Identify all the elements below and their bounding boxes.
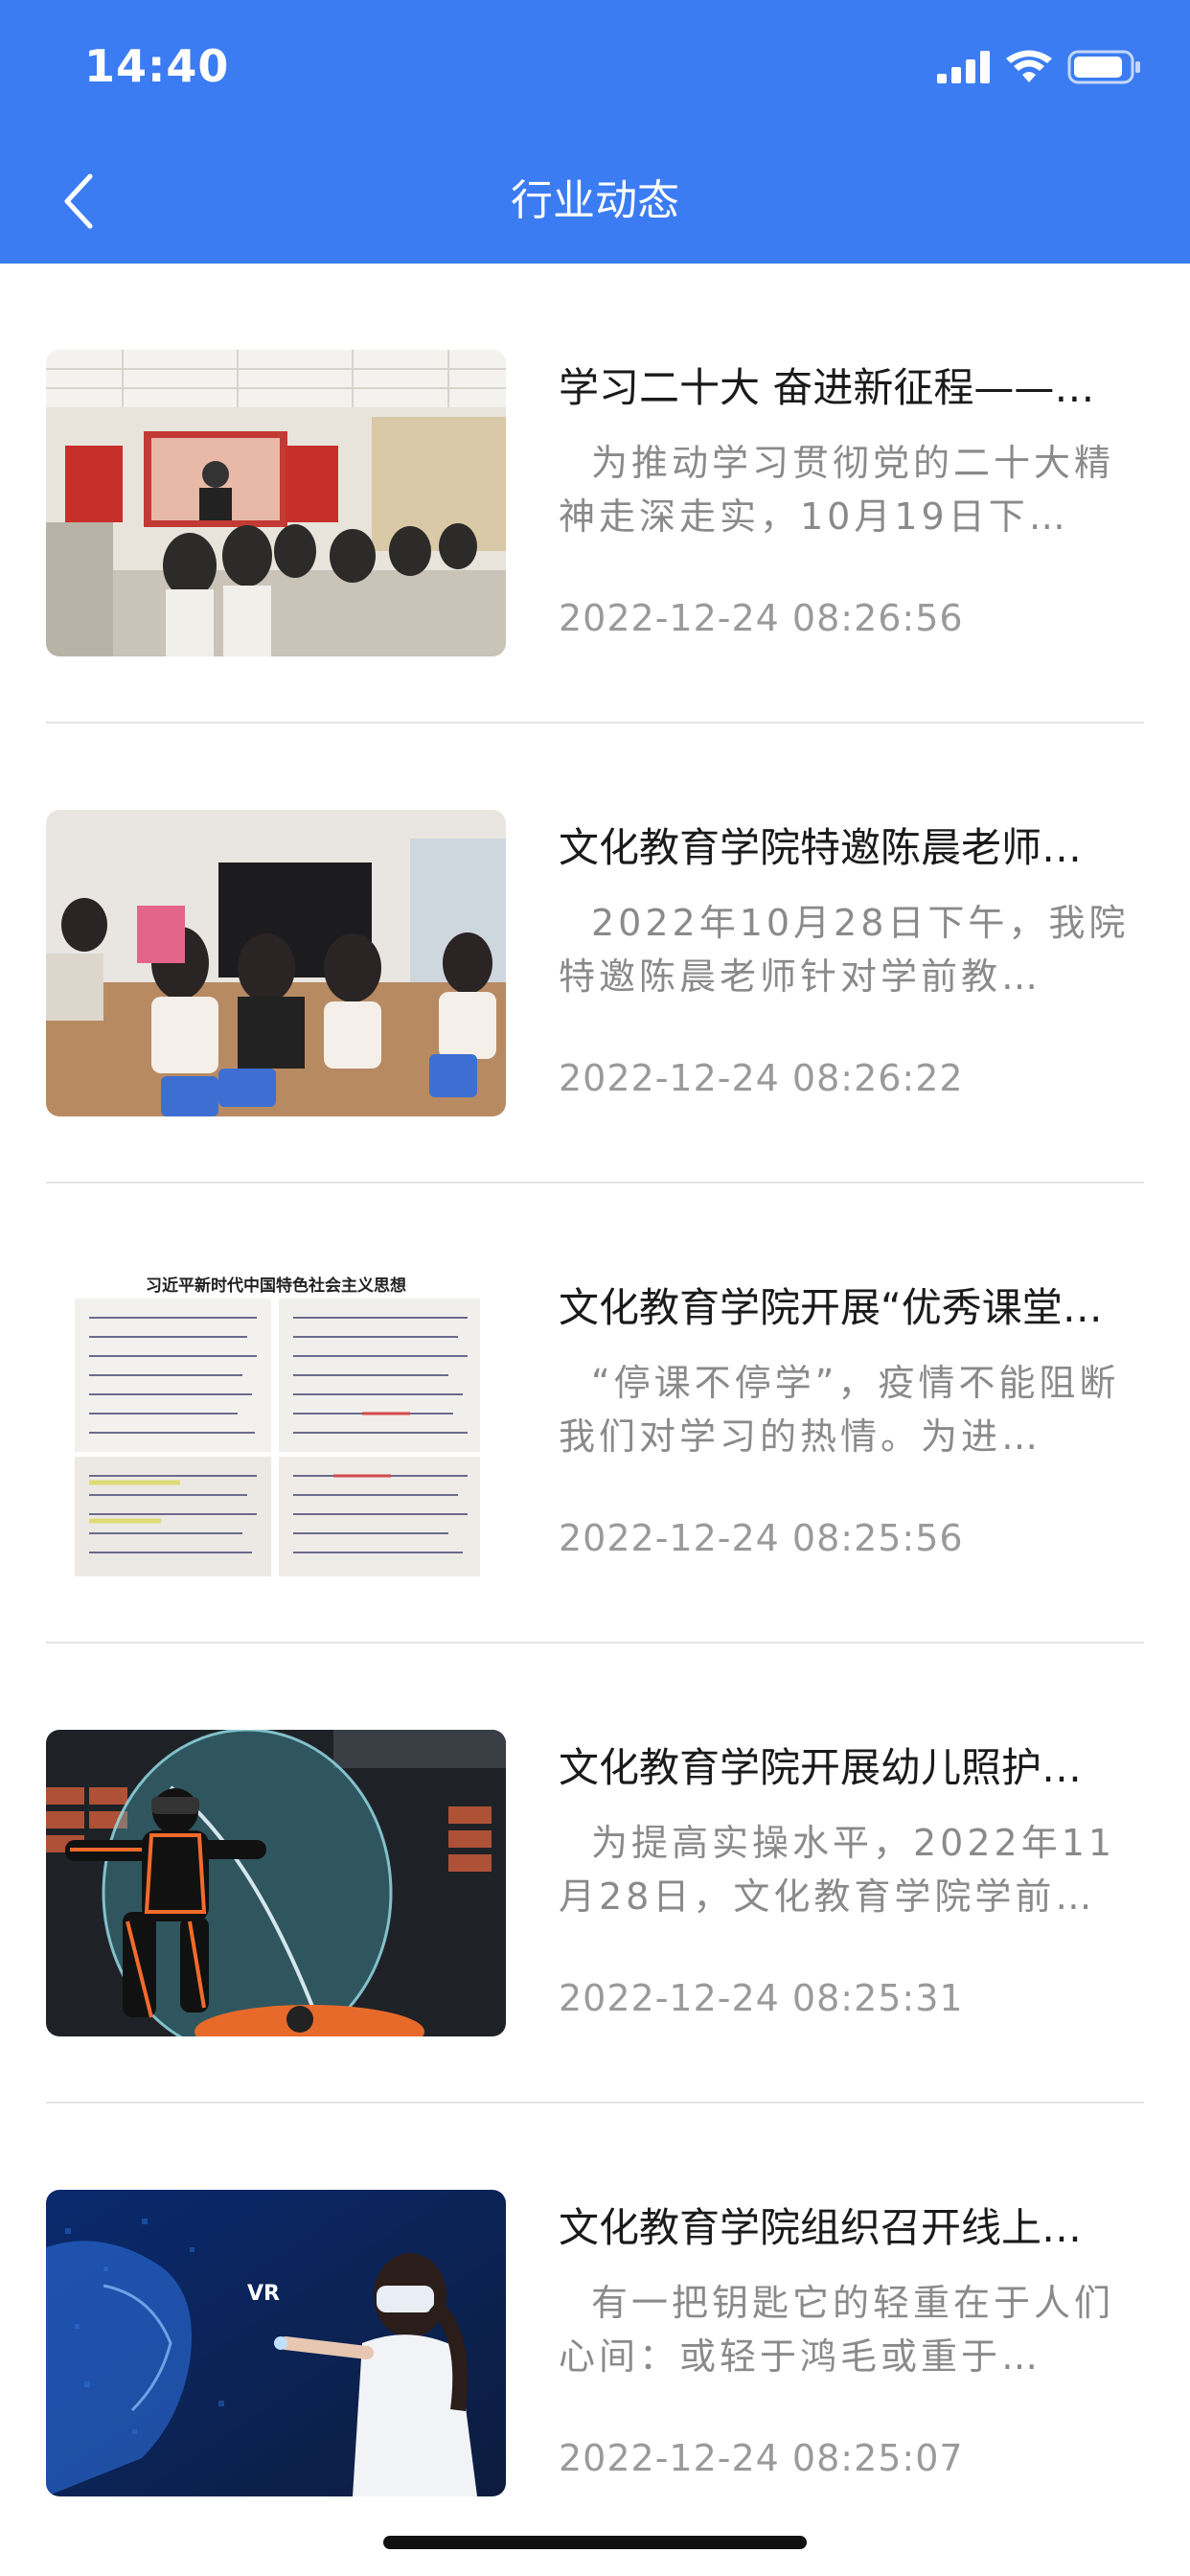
- news-title: 文化教育学院开展幼儿照护…: [559, 1744, 1083, 1791]
- nav-bar: 行业动态: [0, 153, 1190, 249]
- news-thumbnail: VR: [46, 2190, 506, 2496]
- cellular-signal-icon: [937, 51, 991, 83]
- news-item[interactable]: 文化教育学院特邀陈晨老师… 2022年10月28日下午，我院特邀陈晨老师针对学前…: [0, 724, 1190, 1184]
- news-title: 文化教育学院开展“优秀课堂…: [559, 1284, 1103, 1331]
- news-time: 2022-12-24 08:26:22: [559, 1057, 964, 1099]
- news-title: 文化教育学院组织召开线上…: [559, 2204, 1083, 2251]
- battery-icon: [1067, 50, 1142, 84]
- news-time: 2022-12-24 08:25:31: [559, 1977, 964, 2019]
- vr-label-text: VR: [247, 2282, 280, 2306]
- status-time: 14:40: [84, 40, 230, 92]
- news-thumbnail: [46, 350, 506, 656]
- page-title: 行业动态: [511, 176, 679, 225]
- notebook-banner-text: 习近平新时代中国特色社会主义思想: [146, 1276, 406, 1296]
- news-title: 学习二十大 奋进新征程——…: [559, 364, 1095, 411]
- news-summary: 为推动学习贯彻党的二十大精神走深走实，10月19日下…: [559, 442, 1115, 538]
- news-thumbnail: 习近平新时代中国特色社会主义思想: [46, 1270, 506, 1576]
- news-thumbnail: [46, 1730, 506, 2036]
- news-item[interactable]: 文化教育学院开展幼儿照护… 为提高实操水平，2022年11月28日，文化教育学院…: [0, 1644, 1190, 2104]
- news-list: 学习二十大 奋进新征程——… 为推动学习贯彻党的二十大精神走深走实，10月19日…: [0, 264, 1190, 2564]
- news-summary: “停课不停学”，疫情不能阻断我们对学习的热情。为进…: [559, 1362, 1120, 1458]
- news-summary: 为提高实操水平，2022年11月28日，文化教育学院学前…: [559, 1822, 1116, 1918]
- news-time: 2022-12-24 08:25:56: [559, 1517, 964, 1559]
- status-bar: 14:40: [0, 0, 1190, 144]
- news-time: 2022-12-24 08:25:07: [559, 2437, 964, 2479]
- news-item[interactable]: 学习二十大 奋进新征程——… 为推动学习贯彻党的二十大精神走深走实，10月19日…: [0, 264, 1190, 724]
- home-indicator: [383, 2536, 807, 2549]
- news-summary: 2022年10月28日下午，我院特邀陈晨老师针对学前教…: [559, 902, 1130, 998]
- news-item[interactable]: VR 文化教育学院组织召开线上… 有一把钥匙它的轻重在于人们心间：或轻于鸿毛或重…: [0, 2104, 1190, 2564]
- news-time: 2022-12-24 08:26:56: [559, 597, 964, 639]
- news-title: 文化教育学院特邀陈晨老师…: [559, 824, 1083, 871]
- app-header: 14:40 行业动态: [0, 0, 1190, 264]
- wifi-icon: [1006, 50, 1052, 84]
- news-thumbnail: [46, 810, 506, 1116]
- news-summary: 有一把钥匙它的轻重在于人们心间：或轻于鸿毛或重于…: [559, 2282, 1115, 2378]
- status-icons: [937, 50, 1142, 84]
- news-item[interactable]: 习近平新时代中国特色社会主义思想 文化教育学院开展“优秀课堂… “停课不停学”，…: [0, 1184, 1190, 1644]
